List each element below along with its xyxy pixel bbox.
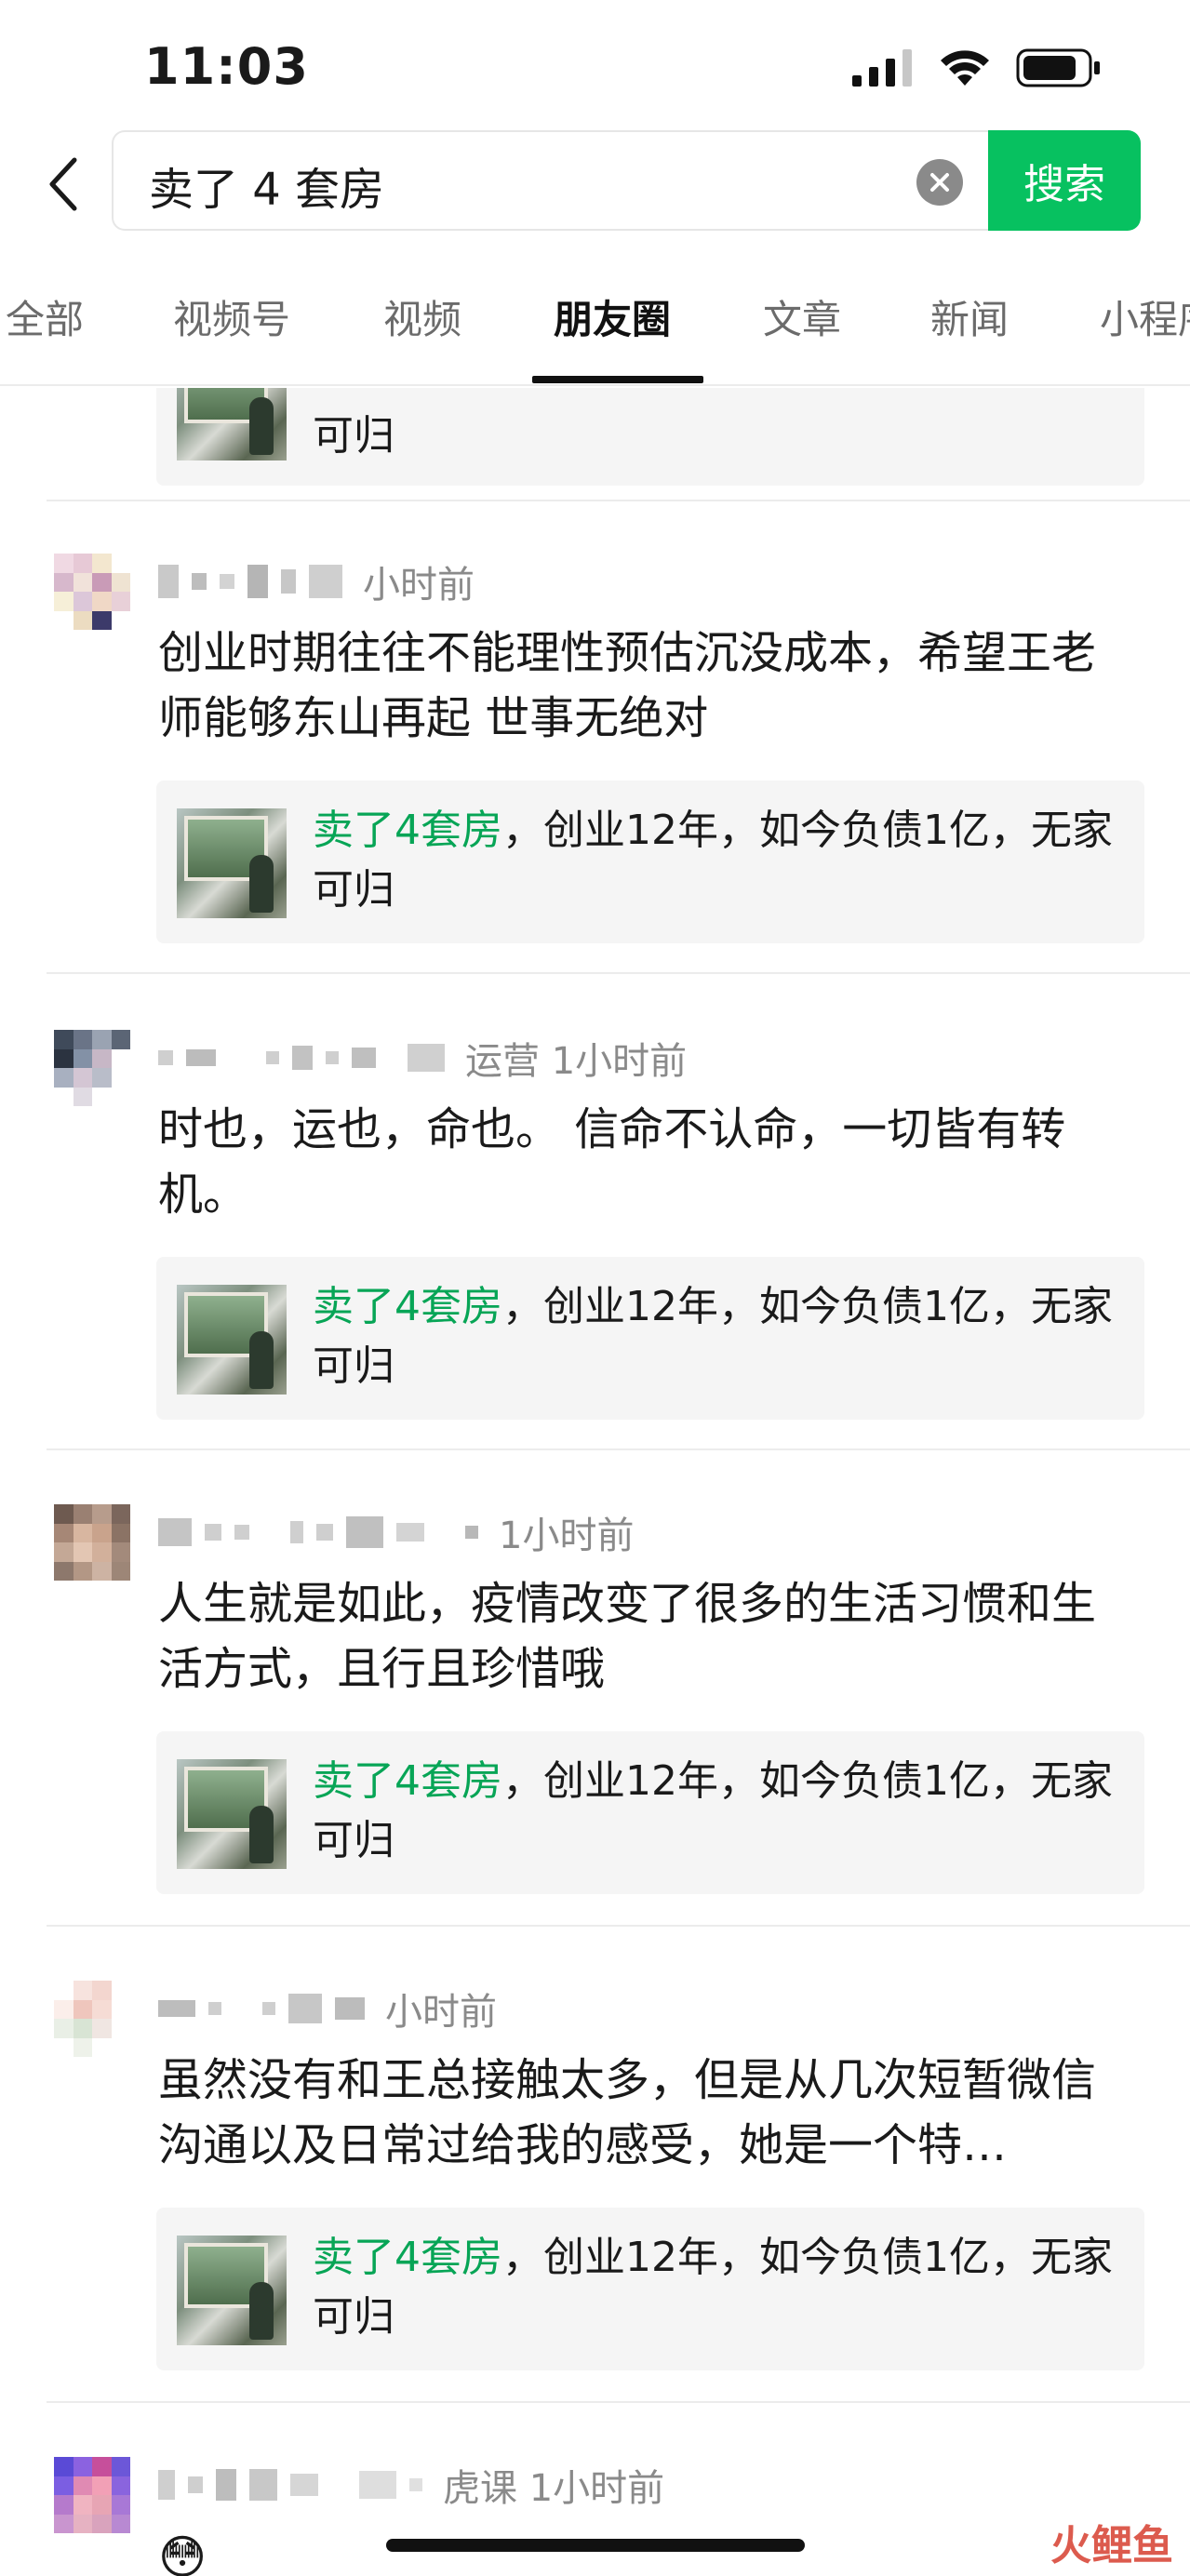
avatar[interactable] [54, 1981, 130, 2057]
search-query-text: 卖了 4 套房 [149, 164, 385, 216]
status-icons [852, 48, 1102, 87]
signal-icon [852, 49, 912, 87]
card-text: 卖了4套房，创业12年，如今负债1亿，无家可归 [313, 807, 1113, 914]
card-text: 卖了4套房，创业12年，如今负债1亿，无家可归 [313, 1283, 1113, 1390]
shared-article-card[interactable]: 可归 [156, 388, 1144, 486]
emoji-flushed: 😳 [158, 2530, 207, 2576]
post-time: 虎课 1小时前 [443, 2467, 665, 2510]
avatar[interactable] [54, 1504, 130, 1581]
avatar[interactable] [54, 2457, 130, 2533]
category-tabs: 全部 视频号 视频 朋友圈 文章 新闻 小程序 [0, 274, 1190, 386]
divider [47, 1448, 1190, 1450]
shared-article-card[interactable]: 卖了4套房，创业12年，如今负债1亿，无家可归 [156, 781, 1144, 943]
shared-article-card[interactable]: 卖了4套房，创业12年，如今负债1亿，无家可归 [156, 1731, 1144, 1894]
search-row: 卖了 4 套房 搜索 [0, 130, 1190, 237]
divider [47, 972, 1190, 974]
post-author-line: 小时前 [158, 1981, 497, 2036]
tab-news[interactable]: 新闻 [930, 288, 1009, 345]
blurred-username[interactable] [158, 565, 342, 598]
tab-moments[interactable]: 朋友圈 [554, 288, 671, 345]
post-text: 人生就是如此，疫情改变了很多的生活习惯和生活方式，且行且珍惜哦 [158, 1578, 1097, 1695]
blurred-username[interactable] [158, 2469, 422, 2501]
back-button[interactable] [35, 147, 91, 221]
post-author-line: 小时前 [158, 554, 475, 609]
article-thumbnail [177, 388, 287, 460]
article-thumbnail [177, 1285, 287, 1395]
tab-mini-programs[interactable]: 小程序 [1100, 288, 1190, 345]
wifi-icon [941, 50, 989, 86]
tab-all[interactable]: 全部 [6, 288, 84, 345]
battery-icon [1016, 48, 1100, 87]
blurred-username[interactable] [158, 1044, 445, 1072]
post-author-line: 虎课 1小时前 [158, 2457, 664, 2513]
post-author-line: 1小时前 [158, 1504, 634, 1560]
card-text: 可归 [313, 412, 394, 460]
avatar[interactable] [54, 1030, 130, 1106]
search-input[interactable]: 卖了 4 套房 [112, 130, 991, 231]
post-text: 虽然没有和王总接触太多，但是从几次短暂微信沟通以及日常过给我的感受，她是一个特… [158, 2054, 1097, 2171]
post-time: 小时前 [385, 1991, 497, 2034]
post-time: 1小时前 [499, 1515, 635, 1557]
watermark-logo: 火鲤鱼 [1050, 2522, 1173, 2569]
post-text: 创业时期往往不能理性预估沉没成本，希望王老师能够东山再起 世事无绝对 [158, 627, 1097, 744]
active-tab-indicator [532, 376, 703, 383]
article-thumbnail [177, 1759, 287, 1869]
shared-article-card[interactable]: 卖了4套房，创业12年，如今负债1亿，无家可归 [156, 2208, 1144, 2370]
post-author-line: 运营 1小时前 [158, 1030, 687, 1086]
tab-video[interactable]: 视频 [383, 288, 461, 345]
post-text: 时也，运也，命也。 信命不认命，一切皆有转机。 [158, 1103, 1066, 1221]
article-thumbnail [177, 2236, 287, 2345]
moments-feed[interactable]: 可归 小时前 创业时期往往不能理性预估沉没成本，希望王老师能够东山再起 世事无绝… [0, 388, 1190, 2576]
search-button[interactable]: 搜索 [988, 130, 1141, 231]
blurred-username[interactable] [158, 1994, 365, 2023]
close-icon [930, 173, 949, 192]
status-bar: 11:03 [0, 0, 1190, 130]
tab-channels[interactable]: 视频号 [173, 288, 290, 345]
home-indicator[interactable] [386, 2539, 805, 2552]
tab-articles[interactable]: 文章 [763, 288, 841, 345]
post-time: 小时前 [363, 564, 475, 607]
card-text: 卖了4套房，创业12年，如今负债1亿，无家可归 [313, 2234, 1113, 2341]
divider [47, 1925, 1190, 1927]
status-time: 11:03 [144, 37, 309, 96]
divider [47, 2401, 1190, 2403]
chevron-left-icon [49, 157, 77, 211]
shared-article-card[interactable]: 卖了4套房，创业12年，如今负债1亿，无家可归 [156, 1257, 1144, 1420]
article-thumbnail [177, 808, 287, 918]
avatar[interactable] [54, 554, 130, 630]
card-text: 卖了4套房，创业12年，如今负债1亿，无家可归 [313, 1757, 1113, 1864]
blurred-username[interactable] [158, 1516, 478, 1548]
divider [47, 500, 1190, 501]
clear-search-button[interactable] [916, 159, 963, 206]
post-time: 运营 1小时前 [465, 1040, 688, 1083]
